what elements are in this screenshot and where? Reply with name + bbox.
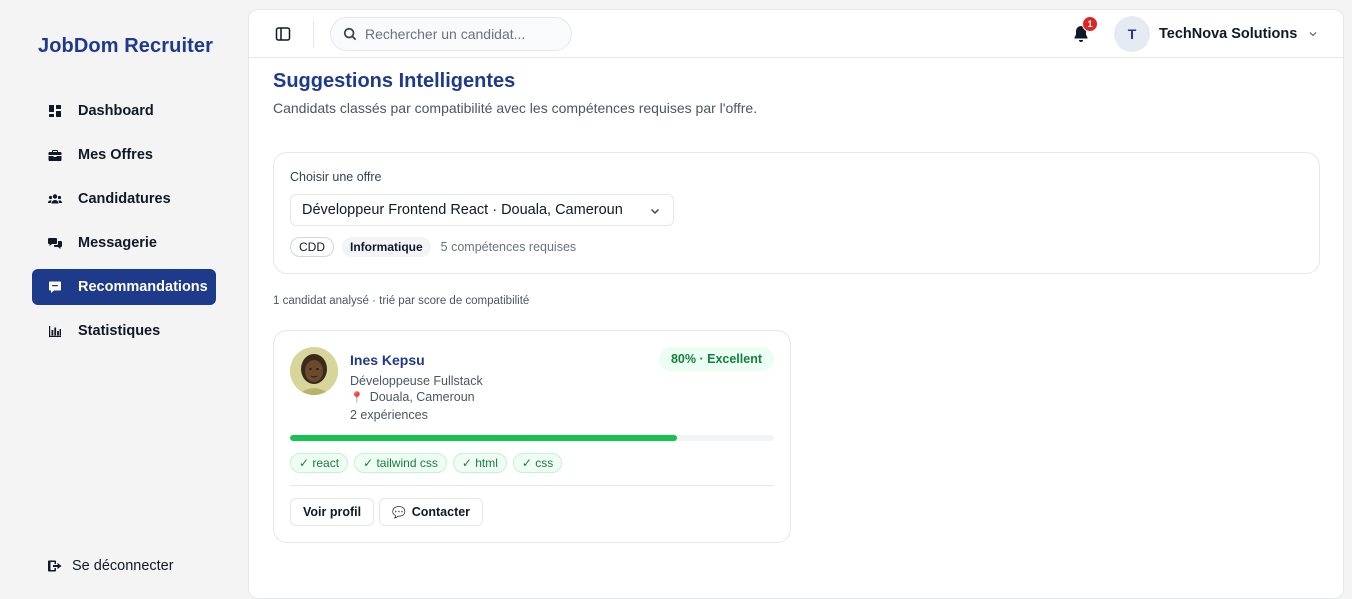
notifications-button[interactable]: 1 bbox=[1071, 16, 1098, 44]
sidebar-item-recommandations[interactable]: Recommandations bbox=[32, 269, 216, 305]
topbar: 1 T TechNova Solutions bbox=[249, 10, 1343, 58]
matched-skills: ✓ react ✓ tailwind css ✓ html ✓ css bbox=[290, 453, 568, 473]
chat-icon bbox=[48, 236, 62, 250]
sidebar-item-statistiques[interactable]: Statistiques bbox=[32, 313, 216, 349]
offer-select[interactable]: Développeur Frontend React · Douala, Cam… bbox=[290, 194, 674, 226]
candidate-role: Développeuse Fullstack bbox=[350, 374, 483, 388]
search-icon bbox=[343, 27, 357, 41]
sidebar-item-label: Candidatures bbox=[78, 191, 171, 207]
skill-tag: ✓ html bbox=[452, 453, 507, 473]
skill-tag: ✓ css bbox=[512, 453, 563, 473]
contact-button[interactable]: 💬 Contacter bbox=[379, 498, 484, 526]
sidebar-item-label: Recommandations bbox=[78, 279, 208, 295]
account-menu[interactable]: T TechNova Solutions bbox=[1114, 16, 1318, 52]
search-input[interactable] bbox=[365, 26, 555, 42]
domain-badge: Informatique bbox=[342, 237, 431, 257]
score-progress-fill bbox=[290, 435, 678, 441]
logout-button[interactable]: Se déconnecter bbox=[48, 558, 174, 574]
message-square-icon bbox=[48, 280, 62, 294]
page-header: Suggestions Intelligentes Candidats clas… bbox=[273, 70, 757, 116]
avatar: T bbox=[1114, 16, 1150, 52]
sidebar-item-messagerie[interactable]: Messagerie bbox=[32, 225, 216, 261]
users-icon bbox=[48, 192, 62, 206]
skill-tag: ✓ react bbox=[290, 453, 349, 473]
card-divider bbox=[290, 485, 774, 486]
view-profile-button[interactable]: Voir profil bbox=[290, 498, 375, 526]
bar-chart-icon bbox=[48, 324, 62, 338]
score-badge: 80% · Excellent bbox=[658, 347, 774, 371]
contact-label: Contacter bbox=[411, 505, 471, 519]
chevron-down-icon bbox=[649, 205, 661, 221]
candidate-card: Ines Kepsu Développeuse Fullstack 📍 Doua… bbox=[273, 330, 791, 543]
chevron-down-icon bbox=[1308, 29, 1318, 39]
candidate-location-text: Douala, Cameroun bbox=[369, 390, 475, 404]
sidebar-nav: Dashboard Mes Offres Candidatures Messag… bbox=[32, 93, 216, 357]
topbar-divider bbox=[313, 21, 314, 47]
skills-required-note: 5 compétences requises bbox=[440, 240, 577, 254]
sidebar-item-dashboard[interactable]: Dashboard bbox=[32, 93, 216, 129]
location-pin-icon: 📍 bbox=[350, 391, 364, 404]
analysis-summary: 1 candidat analysé · trié par score de c… bbox=[273, 295, 530, 307]
offer-tags: CDD Informatique 5 compétences requises bbox=[290, 237, 576, 257]
sidebar-item-label: Dashboard bbox=[78, 103, 154, 119]
briefcase-icon bbox=[48, 148, 62, 162]
sidebar: JobDom Recruiter Dashboard Mes Offres Ca… bbox=[0, 0, 248, 599]
notification-badge: 1 bbox=[1082, 16, 1098, 32]
account-name: TechNova Solutions bbox=[1159, 26, 1298, 42]
skill-tag: ✓ tailwind css bbox=[354, 453, 447, 473]
contract-badge: CDD bbox=[290, 237, 334, 257]
main-panel: 1 T TechNova Solutions Suggestions Intel… bbox=[248, 9, 1344, 599]
brand-logo[interactable]: JobDom Recruiter bbox=[38, 35, 213, 58]
candidate-name[interactable]: Ines Kepsu bbox=[350, 352, 425, 368]
sidebar-item-candidatures[interactable]: Candidatures bbox=[32, 181, 216, 217]
sidebar-item-label: Messagerie bbox=[78, 235, 157, 251]
dashboard-icon bbox=[48, 104, 62, 118]
page-subtitle: Candidats classés par compatibilité avec… bbox=[273, 100, 758, 116]
page-title: Suggestions Intelligentes bbox=[273, 70, 516, 92]
offer-select-value: Développeur Frontend React · Douala, Cam… bbox=[302, 202, 623, 218]
candidate-photo bbox=[290, 347, 338, 395]
logout-label: Se déconnecter bbox=[72, 558, 174, 574]
sidebar-item-label: Statistiques bbox=[78, 323, 161, 339]
candidate-experience: 2 expériences bbox=[350, 408, 428, 422]
sidebar-item-offres[interactable]: Mes Offres bbox=[32, 137, 216, 173]
offer-selector-card: Choisir une offre Développeur Frontend R… bbox=[273, 152, 1320, 274]
speech-bubble-icon: 💬 bbox=[392, 506, 406, 519]
sidebar-toggle-button[interactable] bbox=[273, 24, 293, 44]
score-progress-bar bbox=[290, 435, 774, 441]
candidate-location: 📍 Douala, Cameroun bbox=[350, 390, 475, 404]
panel-left-icon bbox=[275, 27, 291, 41]
search-bar[interactable] bbox=[330, 17, 572, 51]
logout-icon bbox=[48, 559, 62, 573]
offer-label: Choisir une offre bbox=[290, 170, 382, 184]
sidebar-item-label: Mes Offres bbox=[78, 147, 153, 163]
